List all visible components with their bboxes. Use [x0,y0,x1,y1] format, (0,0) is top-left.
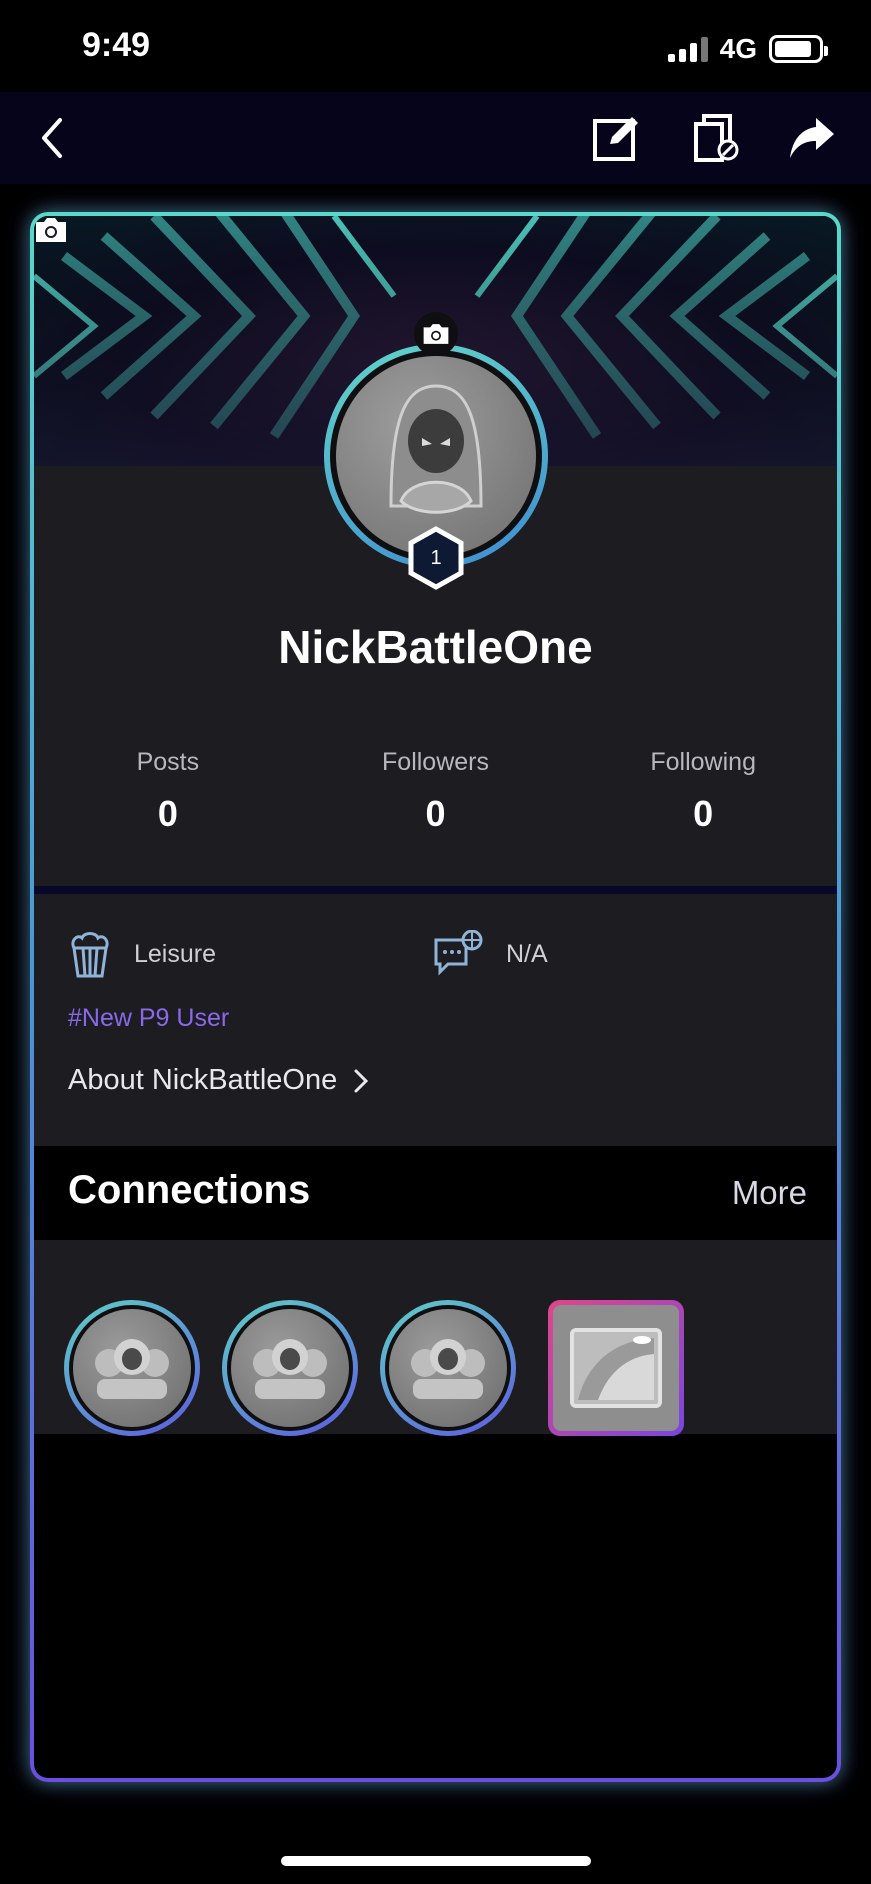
stat-value: 0 [157,793,178,834]
popcorn-icon [71,932,109,978]
level-badge: 1 [407,526,465,590]
copy-link-button[interactable] [688,108,748,168]
profile-stats: Posts 0 Followers 0 Following 0 [34,748,837,888]
banner-camera-icon[interactable] [34,216,68,244]
stat-value: 0 [693,793,714,834]
stat-label: Followers [382,748,489,776]
share-icon [790,118,834,158]
interest-label: Leisure [134,939,216,968]
top-nav-bar [0,92,871,184]
profile-card: 1 NickBattleOne Posts 0 Followers 0 Foll… [30,212,841,1782]
connections-title: Connections [68,1168,311,1212]
connections-more-button[interactable]: More [732,1174,807,1212]
stat-posts[interactable]: Posts 0 [34,748,302,888]
connection-item[interactable] [548,1300,684,1436]
level-number: 1 [430,546,442,569]
stat-label: Posts [136,748,200,776]
copy-link-icon [694,114,739,162]
connection-item[interactable] [64,1300,200,1436]
camera-icon [423,324,449,344]
profile-username: NickBattleOne [278,621,593,673]
battery-icon [769,35,828,63]
connections-header: Connections More [34,1146,837,1240]
network-type: 4G [719,33,757,64]
interest-item: Leisure [68,930,216,978]
edit-icon [593,117,638,161]
edit-button[interactable] [586,108,646,168]
connection-item[interactable] [222,1300,358,1436]
stat-label: Following [650,748,756,776]
language-chat-icon [434,930,483,976]
avatar-camera-button[interactable] [414,312,458,356]
group-avatar-icon [253,1339,327,1399]
back-button[interactable] [24,108,84,168]
about-link[interactable]: About NickBattleOne [68,1064,369,1097]
stat-following[interactable]: Following 0 [569,748,837,888]
signal-icon [667,36,708,62]
status-bar: 9:49 4G [0,0,871,92]
group-avatar-icon [95,1339,169,1399]
profile-details: Leisure N/A #New P9 User About NickBattl… [34,894,837,1146]
status-indicators: 4G [667,32,828,66]
status-time: 9:49 [82,26,151,64]
image-placeholder-icon [570,1328,662,1408]
language-item: N/A [432,930,548,978]
stat-followers[interactable]: Followers 0 [302,748,570,888]
connection-item[interactable] [380,1300,516,1436]
about-label: About NickBattleOne [68,1064,338,1096]
back-icon [42,118,62,158]
language-label: N/A [506,939,548,968]
section-divider [34,886,837,894]
connections-list [34,1240,837,1436]
group-avatar-icon [411,1339,485,1399]
share-button[interactable] [782,108,842,168]
stat-value: 0 [425,793,446,834]
home-indicator[interactable] [281,1856,591,1866]
hashtag-link[interactable]: #New P9 User [68,1004,229,1033]
chevron-right-icon [354,1069,369,1092]
